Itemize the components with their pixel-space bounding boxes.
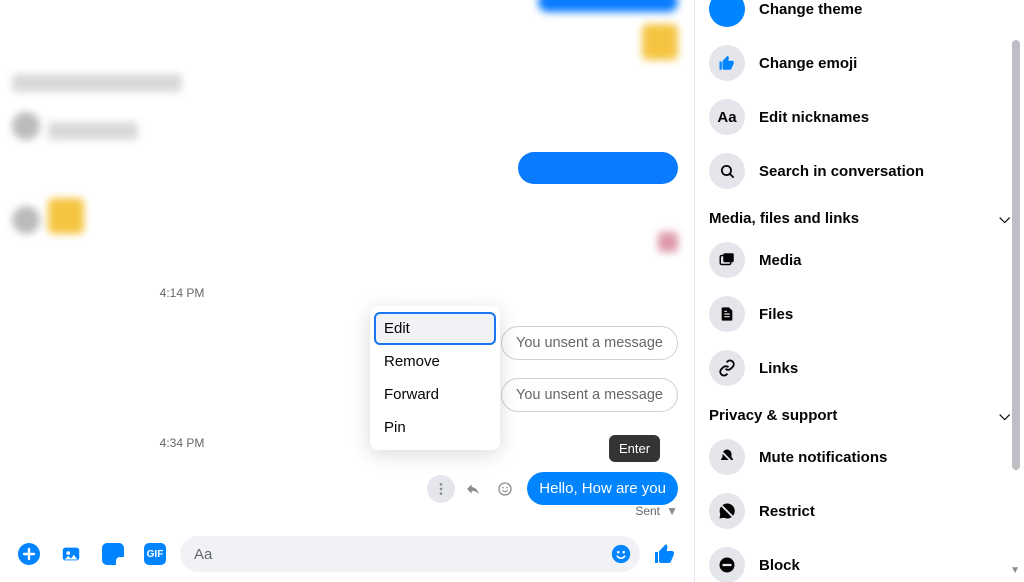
file-icon — [709, 296, 745, 332]
sidebar-item-label: Search in conversation — [759, 163, 924, 180]
message-actions — [427, 475, 519, 503]
sidebar-item-label: Edit nicknames — [759, 109, 869, 126]
timestamp: 4:34 PM — [0, 436, 364, 450]
message-list: 4:14 PM You unsent a message You unsent … — [0, 0, 694, 526]
sidebar-item-label: Mute notifications — [759, 449, 887, 466]
reply-icon[interactable] — [459, 475, 487, 503]
sticker-pixellated — [642, 24, 678, 60]
text-aa-icon: Aa — [709, 99, 745, 135]
menu-item-remove[interactable]: Remove — [370, 345, 500, 378]
message-context-menu: Edit Remove Forward Pin — [370, 306, 500, 450]
unsent-message-pill[interactable]: You unsent a message — [501, 326, 678, 360]
sidebar-item-restrict[interactable]: Restrict — [695, 484, 1024, 538]
message-input[interactable]: Aa — [180, 536, 640, 572]
chevron-down-icon: ⌵ — [999, 407, 1010, 424]
avatar-pixellated — [12, 112, 40, 140]
open-actions-button[interactable] — [12, 537, 46, 571]
sidebar-item-mute[interactable]: Mute notifications — [695, 430, 1024, 484]
gif-icon[interactable]: GIF — [138, 537, 172, 571]
timestamp: 4:14 PM — [0, 286, 364, 300]
sidebar-item-label: Files — [759, 306, 793, 323]
sent-message-pixellated — [518, 152, 678, 184]
tooltip-enter: Enter — [609, 435, 660, 462]
block-icon — [709, 547, 745, 582]
thumbs-up-icon[interactable] — [648, 537, 682, 571]
sent-message-pixellated — [538, 0, 678, 12]
sidebar-section-privacy[interactable]: Privacy & support ⌵ — [695, 395, 1024, 430]
sidebar-item-files[interactable]: Files — [695, 287, 1024, 341]
sidebar-item-media[interactable]: Media — [695, 233, 1024, 287]
link-icon — [709, 350, 745, 386]
sidebar-section-label: Privacy & support — [709, 407, 837, 424]
sidebar-section-label: Media, files and links — [709, 210, 859, 227]
sidebar-item-label: Media — [759, 252, 802, 269]
scroll-down-caret[interactable]: ▼ — [666, 504, 678, 518]
sidebar-item-change-emoji[interactable]: Change emoji — [695, 36, 1024, 90]
sent-message-bubble[interactable]: Hello, How are you — [527, 472, 678, 505]
photo-icon[interactable] — [54, 537, 88, 571]
sticker-pixellated — [658, 232, 678, 252]
menu-item-forward[interactable]: Forward — [370, 378, 500, 411]
react-icon[interactable] — [491, 475, 519, 503]
sidebar-item-label: Block — [759, 557, 800, 574]
sidebar-item-search-conversation[interactable]: Search in conversation — [695, 144, 1024, 198]
more-icon[interactable] — [427, 475, 455, 503]
conversation-info-panel: Change theme Change emoji Aa Edit nickna… — [694, 0, 1024, 582]
sidebar-scrollbar[interactable] — [1012, 0, 1020, 582]
sidebar-item-label: Restrict — [759, 503, 815, 520]
thumbs-up-icon — [709, 45, 745, 81]
message-input-placeholder: Aa — [194, 546, 610, 563]
avatar-pixellated — [12, 206, 40, 234]
search-icon — [709, 153, 745, 189]
received-message-pixellated — [48, 122, 138, 140]
sidebar-item-block[interactable]: Block — [695, 538, 1024, 582]
sidebar-item-label: Change emoji — [759, 55, 857, 72]
sticker-icon[interactable] — [96, 537, 130, 571]
sticker-pixellated — [48, 198, 84, 234]
menu-item-edit[interactable]: Edit — [374, 312, 496, 345]
unsent-message-pill[interactable]: You unsent a message — [501, 378, 678, 412]
menu-item-pin[interactable]: Pin — [370, 411, 500, 444]
sidebar-item-change-theme[interactable]: Change theme — [695, 0, 1024, 36]
chevron-down-icon: ⌵ — [999, 210, 1010, 227]
bell-off-icon — [709, 439, 745, 475]
restrict-icon — [709, 493, 745, 529]
composer: GIF Aa — [0, 526, 694, 582]
sidebar-item-edit-nicknames[interactable]: Aa Edit nicknames — [695, 90, 1024, 144]
sidebar-item-label: Links — [759, 360, 798, 377]
delivery-receipt: Sent — [635, 504, 660, 518]
emoji-picker-icon[interactable] — [610, 543, 632, 565]
sidebar-section-media[interactable]: Media, files and links ⌵ — [695, 198, 1024, 233]
received-message-pixellated — [12, 74, 182, 92]
chat-pane: 4:14 PM You unsent a message You unsent … — [0, 0, 694, 582]
theme-icon — [709, 0, 745, 27]
sidebar-item-label: Change theme — [759, 1, 862, 18]
media-icon — [709, 242, 745, 278]
scrollbar-caret-down[interactable]: ▼ — [1010, 565, 1020, 576]
sidebar-scrollbar-thumb[interactable] — [1012, 40, 1020, 470]
sidebar-item-links[interactable]: Links — [695, 341, 1024, 395]
